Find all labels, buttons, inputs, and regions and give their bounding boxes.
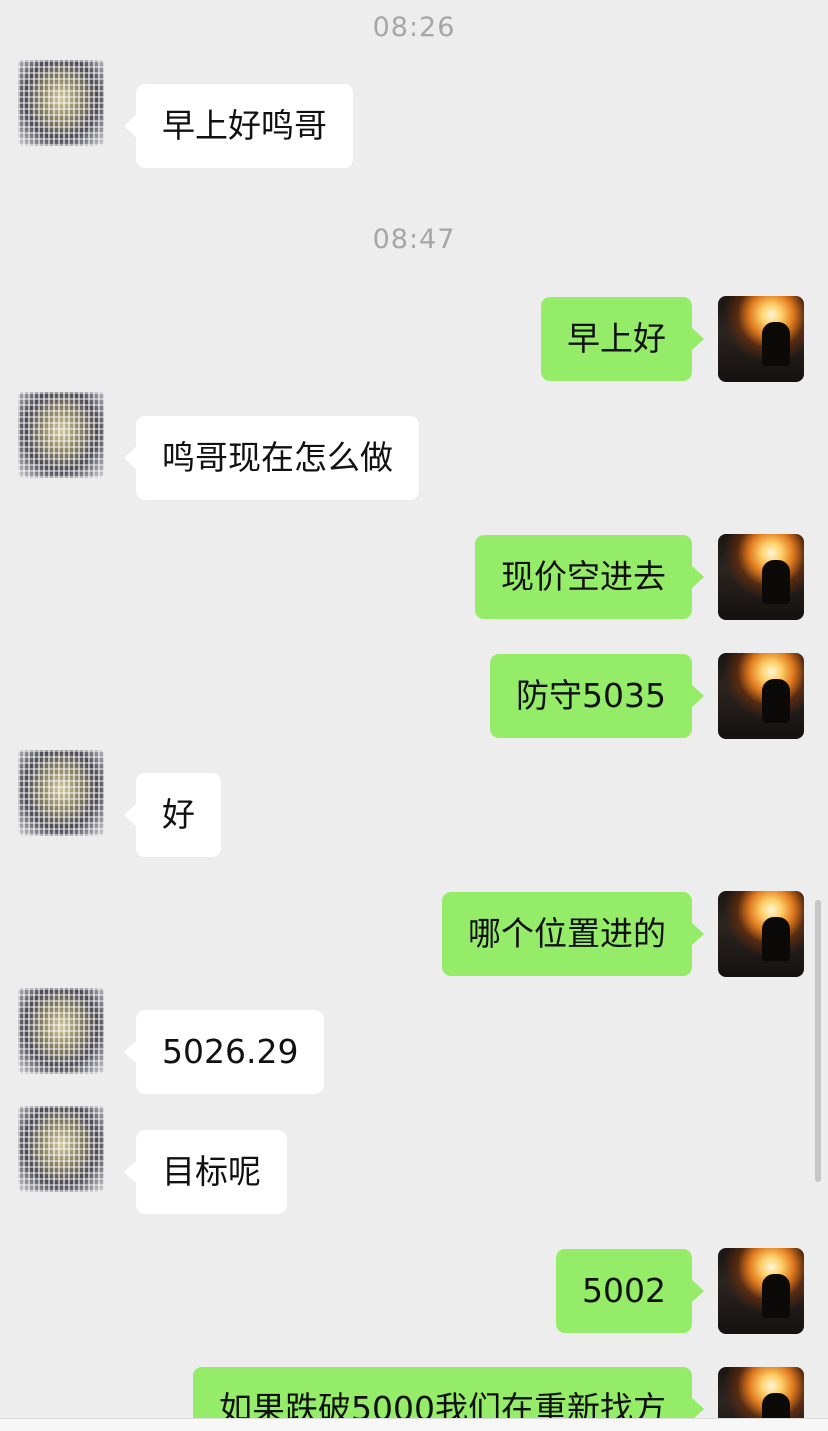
scrollbar[interactable] [815,900,821,1182]
own-avatar[interactable] [718,891,804,977]
outgoing-message-bubble[interactable]: 现价空进去 [475,535,704,619]
contact-avatar[interactable] [18,1106,104,1192]
outgoing-message-bubble[interactable]: 5002 [556,1249,704,1333]
incoming-message-bubble[interactable]: 好 [124,773,221,857]
input-bar-edge [0,1418,828,1431]
own-avatar[interactable] [718,653,804,739]
contact-avatar[interactable] [18,60,104,146]
timestamp: 08:26 [372,12,456,43]
outgoing-message-bubble[interactable]: 早上好 [541,297,704,381]
incoming-message-bubble[interactable]: 目标呢 [124,1130,287,1214]
own-avatar[interactable] [718,534,804,620]
chat-message-list[interactable]: 08:26 早上好鸣哥 08:47 早上好 鸣哥现在怎么做 现价空进去 防守50… [0,0,828,1418]
outgoing-message-bubble[interactable]: 如果跌破5000我们在重新找方 [193,1367,704,1418]
contact-avatar[interactable] [18,392,104,478]
incoming-message-bubble[interactable]: 鸣哥现在怎么做 [124,416,419,500]
own-avatar[interactable] [718,296,804,382]
incoming-message-bubble[interactable]: 早上好鸣哥 [124,84,353,168]
contact-avatar[interactable] [18,988,104,1074]
outgoing-message-bubble[interactable]: 哪个位置进的 [442,892,704,976]
own-avatar[interactable] [718,1367,804,1418]
incoming-message-bubble[interactable]: 5026.29 [123,1010,325,1094]
outgoing-message-bubble[interactable]: 防守5035 [490,654,704,738]
own-avatar[interactable] [718,1248,804,1334]
timestamp: 08:47 [372,224,456,255]
contact-avatar[interactable] [18,750,104,836]
